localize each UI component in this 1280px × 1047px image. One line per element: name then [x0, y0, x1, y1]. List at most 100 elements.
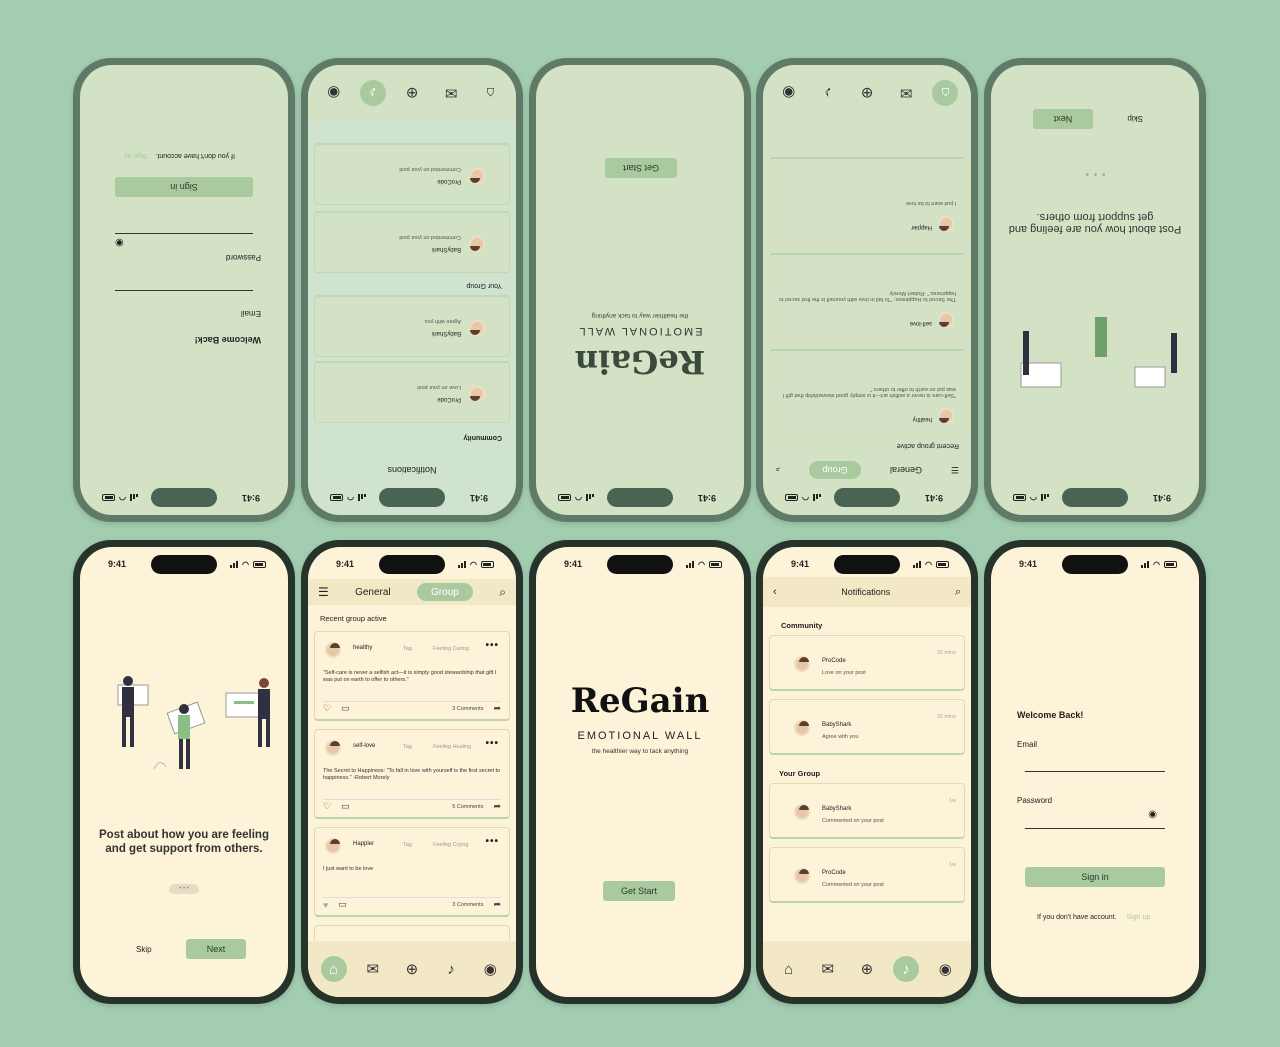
post-card[interactable]: Happier Tag Feeling Crying ••• I just wa…	[314, 827, 510, 917]
search-icon[interactable]: ⌕	[775, 465, 780, 476]
bottom-nav: ⌂ ✉ ⊕ ♪ ◉	[763, 65, 971, 121]
eye-icon[interactable]: ◉	[115, 237, 124, 248]
comment-icon[interactable]: ▭	[338, 899, 347, 910]
home-icon[interactable]: ⌂	[776, 956, 802, 982]
notification-card[interactable]: BabyShark Agree with you	[314, 295, 510, 357]
plus-icon[interactable]: ⊕	[854, 956, 880, 982]
heart-icon[interactable]: ♡	[323, 801, 331, 812]
share-icon[interactable]: ➦	[493, 801, 501, 812]
status-icons: ◠	[785, 494, 821, 503]
bell-icon[interactable]: ♪	[359, 80, 386, 106]
home-icon[interactable]: ⌂	[320, 956, 347, 982]
mail-icon[interactable]: ✉	[893, 80, 919, 106]
status-icons: ◠	[102, 494, 138, 503]
tab-general[interactable]: General	[890, 465, 922, 475]
mail-icon[interactable]: ✉	[438, 80, 464, 106]
heart-icon[interactable]: ♡	[323, 703, 331, 714]
avatar	[325, 740, 341, 756]
notification-card[interactable]: ProCode Commented on your post 1w	[769, 847, 965, 903]
tab-general[interactable]: General	[355, 587, 391, 598]
eye-icon[interactable]: ◉	[1148, 809, 1157, 820]
more-icon[interactable]: •••	[485, 836, 499, 847]
notification-card[interactable]: ProCode Love on your post 30 mins	[769, 635, 965, 691]
signup-link[interactable]: Sign up	[1127, 914, 1151, 921]
comments-count[interactable]: 3 Comments	[452, 706, 483, 712]
post-tag: Tag	[403, 646, 412, 652]
home-icon[interactable]: ⌂	[932, 80, 959, 106]
share-icon[interactable]: ➦	[493, 703, 501, 714]
bell-icon[interactable]: ♪	[893, 956, 920, 982]
profile-icon[interactable]: ◉	[776, 80, 802, 106]
profile-icon[interactable]: ◉	[932, 956, 958, 982]
signin-button[interactable]: Sign in	[1025, 867, 1165, 887]
post-actions: ♡ ▭ 3 Comments ➦	[323, 701, 501, 715]
bottom-nav: ⌂ ✉ ⊕ ♪ ◉	[308, 65, 516, 121]
email-field[interactable]	[115, 290, 253, 291]
password-label: Password	[1017, 796, 1053, 805]
menu-icon[interactable]: ☰	[318, 585, 329, 599]
next-button[interactable]: Next	[186, 939, 246, 959]
skip-button[interactable]: Skip	[136, 945, 152, 954]
app-logo: ReGain	[574, 343, 706, 381]
dynamic-island	[151, 555, 217, 574]
notification-message: Love on your post	[417, 384, 461, 390]
notification-card[interactable]: BabyShark Commented on your post 1w	[769, 783, 965, 839]
tab-group[interactable]: Group	[416, 583, 473, 601]
search-icon[interactable]: ⌕	[955, 586, 961, 599]
status-icons: ◠	[458, 560, 494, 569]
get-start-button[interactable]: Get Start	[605, 158, 677, 178]
community-title: Community	[781, 621, 823, 630]
bell-icon[interactable]: ♪	[815, 80, 841, 106]
comments-count[interactable]: 3 Comments	[452, 902, 483, 908]
more-icon[interactable]: •••	[485, 738, 499, 749]
post-user: healthy	[353, 645, 373, 651]
plus-icon[interactable]: ⊕	[399, 956, 425, 982]
no-account-text: If you don't have account.	[1037, 914, 1117, 921]
back-icon[interactable]: ‹	[773, 586, 777, 598]
onboarding-headline: Post about how you are feeling and get s…	[99, 829, 269, 855]
notification-card[interactable]: ProCode Love on your post	[314, 361, 510, 423]
profile-icon[interactable]: ◉	[477, 956, 503, 982]
skip-button[interactable]: Skip	[1127, 114, 1143, 123]
get-start-button[interactable]: Get Start	[603, 881, 675, 901]
home-icon[interactable]: ⌂	[477, 80, 503, 106]
signin-button[interactable]: Sign in	[115, 177, 253, 197]
plus-icon[interactable]: ⊕	[854, 80, 880, 106]
menu-icon[interactable]: ☰	[951, 465, 959, 476]
avatar	[794, 720, 810, 736]
comments-count[interactable]: 5 Comments	[452, 804, 483, 810]
next-button[interactable]: Next	[1033, 109, 1093, 129]
onboarding-headline: Post about how you are feeling and get s…	[1008, 211, 1182, 235]
notification-card[interactable]: BabyShark Agree with you 30 mins	[769, 699, 965, 755]
post-text: I just want to be love	[905, 200, 956, 206]
notifications-header: ‹ Notifications ⌕	[763, 577, 971, 607]
comment-icon[interactable]: ▭	[341, 801, 350, 812]
post-card[interactable]: Happier I just want to be love	[769, 157, 965, 243]
post-card[interactable]: healthy "Self-care is never a selfish act…	[769, 349, 965, 435]
password-field[interactable]	[1025, 828, 1165, 829]
feed-header: ☰ General Group ⌕	[308, 579, 516, 605]
no-account-row: If you don't have account. Sign up	[1037, 914, 1150, 921]
heart-filled-icon[interactable]: ♥	[323, 900, 328, 910]
notification-card[interactable]: BabyShark Commented on your post	[314, 211, 510, 273]
more-icon[interactable]: •••	[485, 640, 499, 651]
tab-group[interactable]: Group	[809, 461, 862, 479]
plus-icon[interactable]: ⊕	[399, 80, 425, 106]
post-card[interactable]: self-love The Secret to Happiness: "To fa…	[769, 253, 965, 339]
search-icon[interactable]: ⌕	[499, 585, 506, 600]
profile-icon[interactable]: ◉	[321, 80, 347, 106]
comment-icon[interactable]: ▭	[341, 703, 350, 714]
signup-link[interactable]: Sign up	[124, 152, 148, 159]
notification-card[interactable]: ProCode Commented on your post	[314, 143, 510, 205]
post-card[interactable]: self-love Tag Feeling Healing ••• The Se…	[314, 729, 510, 819]
post-user: self-love	[353, 743, 376, 749]
bell-icon[interactable]: ♪	[438, 956, 464, 982]
password-field[interactable]	[115, 233, 253, 234]
email-field[interactable]	[1025, 771, 1165, 772]
post-card[interactable]: healthy Tag Feeling Caring ••• "Self-car…	[314, 631, 510, 721]
mail-icon[interactable]: ✉	[360, 956, 386, 982]
mail-icon[interactable]: ✉	[815, 956, 841, 982]
notifications-title: Notifications	[841, 587, 891, 597]
share-icon[interactable]: ➦	[493, 899, 501, 910]
avatar	[469, 386, 485, 402]
